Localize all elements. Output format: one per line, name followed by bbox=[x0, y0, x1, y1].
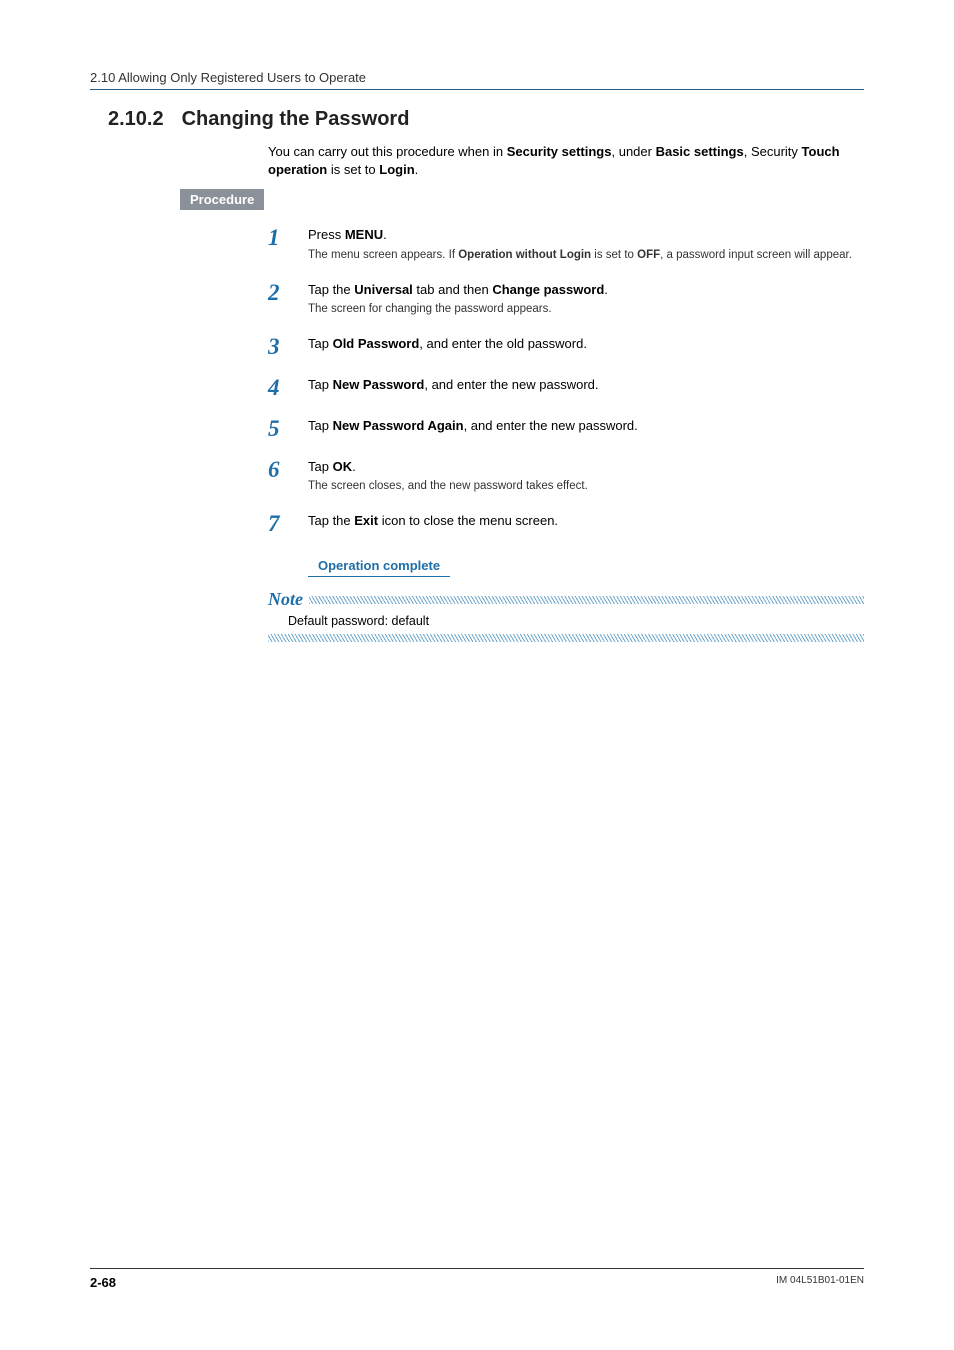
text-bold: MENU bbox=[345, 227, 383, 242]
step-body: Press MENU. The menu screen appears. If … bbox=[308, 226, 864, 262]
text: . bbox=[415, 162, 419, 177]
text: . bbox=[352, 459, 356, 474]
intro-paragraph: You can carry out this procedure when in… bbox=[268, 143, 864, 179]
text: tab and then bbox=[413, 282, 493, 297]
step: 4 Tap New Password, and enter the new pa… bbox=[268, 376, 864, 399]
step-sub: The menu screen appears. If Operation wi… bbox=[308, 247, 864, 263]
step: 2 Tap the Universal tab and then Change … bbox=[268, 281, 864, 317]
text: , and enter the new password. bbox=[464, 418, 638, 433]
text: Tap bbox=[308, 377, 333, 392]
section-title: Changing the Password bbox=[182, 108, 410, 131]
text: is set to bbox=[327, 162, 379, 177]
note-block: Note Default password: default bbox=[268, 589, 864, 642]
text: Tap bbox=[308, 459, 333, 474]
text-bold: New Password Again bbox=[333, 418, 464, 433]
text: Tap bbox=[308, 336, 333, 351]
text: , and enter the old password. bbox=[419, 336, 587, 351]
text: Tap the bbox=[308, 513, 354, 528]
step-body: Tap Old Password, and enter the old pass… bbox=[308, 335, 864, 353]
note-label: Note bbox=[268, 589, 303, 610]
text-bold: Universal bbox=[354, 282, 413, 297]
text-bold: OK bbox=[333, 459, 353, 474]
text-bold: Operation without Login bbox=[458, 249, 591, 261]
steps-list: 1 Press MENU. The menu screen appears. I… bbox=[268, 226, 864, 589]
step-number: 6 bbox=[268, 458, 290, 481]
text: Press bbox=[308, 227, 345, 242]
step-number: 4 bbox=[268, 376, 290, 399]
step: 1 Press MENU. The menu screen appears. I… bbox=[268, 226, 864, 262]
text-bold: Change password bbox=[492, 282, 604, 297]
step-sub: The screen for changing the password app… bbox=[308, 301, 864, 317]
text-bold: OFF bbox=[637, 249, 660, 261]
step-number: 5 bbox=[268, 417, 290, 440]
step-body: Tap New Password Again, and enter the ne… bbox=[308, 417, 864, 435]
step-body: Tap the Exit icon to close the menu scre… bbox=[308, 512, 864, 530]
step-body: Tap the Universal tab and then Change pa… bbox=[308, 281, 864, 317]
note-body: Default password: default bbox=[268, 610, 864, 634]
step-number: 2 bbox=[268, 281, 290, 304]
text: Tap the bbox=[308, 282, 354, 297]
step: 3 Tap Old Password, and enter the old pa… bbox=[268, 335, 864, 358]
page-footer: 2-68 IM 04L51B01-01EN bbox=[90, 1268, 864, 1290]
text: The menu screen appears. If bbox=[308, 249, 458, 261]
section-heading: 2.10.2 Changing the Password bbox=[90, 108, 864, 131]
text-bold: Login bbox=[379, 162, 414, 177]
text: , a password input screen will appear. bbox=[660, 249, 852, 261]
text-bold: New Password bbox=[333, 377, 425, 392]
step-number: 7 bbox=[268, 512, 290, 535]
text-bold: Security settings bbox=[507, 144, 612, 159]
step-number: 3 bbox=[268, 335, 290, 358]
text: . bbox=[383, 227, 387, 242]
page: 2.10 Allowing Only Registered Users to O… bbox=[0, 0, 954, 1350]
step: 7 Tap the Exit icon to close the menu sc… bbox=[268, 512, 864, 535]
hatch-rule bbox=[309, 596, 864, 604]
text: You can carry out this procedure when in bbox=[268, 144, 507, 159]
text: . bbox=[604, 282, 608, 297]
text: , and enter the new password. bbox=[424, 377, 598, 392]
text-bold: Exit bbox=[354, 513, 378, 528]
text: , under bbox=[611, 144, 655, 159]
text: , Security bbox=[744, 144, 802, 159]
text: icon to close the menu screen. bbox=[378, 513, 558, 528]
operation-complete-label: Operation complete bbox=[308, 555, 450, 577]
hatch-rule bbox=[268, 634, 864, 642]
step: 5 Tap New Password Again, and enter the … bbox=[268, 417, 864, 440]
note-header: Note bbox=[268, 589, 864, 610]
text-bold: Old Password bbox=[333, 336, 420, 351]
step-sub: The screen closes, and the new password … bbox=[308, 478, 864, 494]
text: is set to bbox=[591, 249, 637, 261]
page-number: 2-68 bbox=[90, 1275, 116, 1290]
step-body: Tap OK. The screen closes, and the new p… bbox=[308, 458, 864, 494]
procedure-label: Procedure bbox=[180, 189, 264, 210]
step-body: Tap New Password, and enter the new pass… bbox=[308, 376, 864, 394]
running-header: 2.10 Allowing Only Registered Users to O… bbox=[90, 70, 864, 90]
step-number: 1 bbox=[268, 226, 290, 249]
section-number: 2.10.2 bbox=[108, 108, 164, 131]
text-bold: Basic settings bbox=[656, 144, 744, 159]
document-id: IM 04L51B01-01EN bbox=[776, 1275, 864, 1290]
step: 6 Tap OK. The screen closes, and the new… bbox=[268, 458, 864, 494]
text: Tap bbox=[308, 418, 333, 433]
